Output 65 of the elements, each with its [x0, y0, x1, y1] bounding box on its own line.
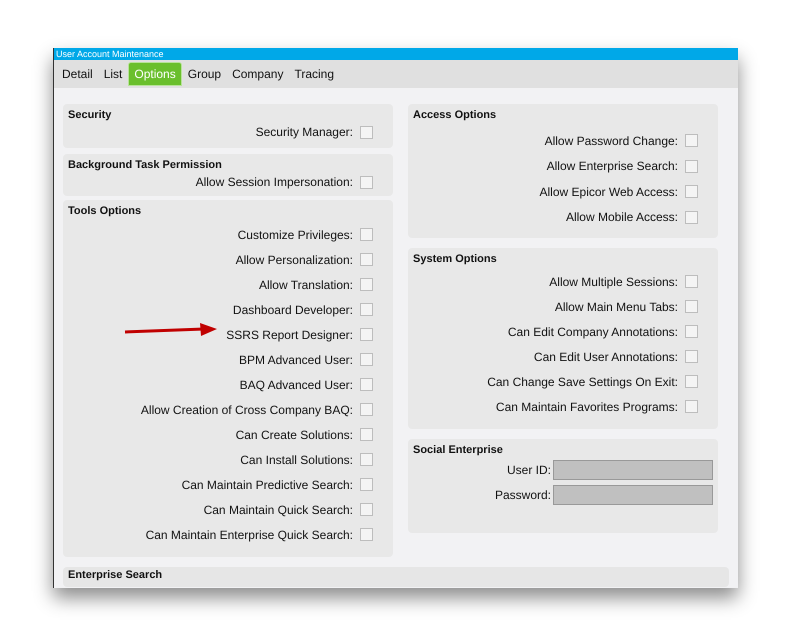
field-label: User ID: — [506, 462, 551, 479]
option-checkbox[interactable] — [360, 528, 373, 541]
option-label: Can Install Solutions: — [240, 452, 353, 468]
option-label: Allow Translation: — [258, 276, 353, 294]
option-label: Can Create Solutions: — [236, 426, 353, 444]
option-label: Allow Password Change: — [544, 132, 678, 150]
option-checkbox[interactable] — [685, 275, 698, 288]
option-label: Can Maintain Quick Search: — [204, 502, 353, 518]
option-checkbox[interactable] — [685, 160, 698, 173]
option-label: Allow Session Impersonation: — [196, 174, 353, 191]
option-label: Can Edit Company Annotations: — [508, 324, 678, 340]
group-title: Background Task Permission — [67, 158, 223, 172]
option-label: Allow Multiple Sessions: — [549, 274, 678, 290]
window-title: User Account Maintenance — [54, 48, 738, 60]
option-label: Allow Enterprise Search: — [546, 158, 678, 176]
option-checkbox[interactable] — [360, 378, 373, 391]
option-checkbox[interactable] — [360, 403, 373, 416]
option-label: Dashboard Developer: — [232, 302, 353, 318]
group-title: Access Options — [412, 108, 498, 122]
option-checkbox[interactable] — [685, 400, 698, 413]
group-title: Security — [67, 108, 112, 122]
group-title: Tools Options — [67, 204, 142, 218]
option-label: BAQ Advanced User: — [240, 376, 353, 394]
option-label: Allow Mobile Access: — [566, 209, 678, 226]
option-checkbox[interactable] — [685, 325, 698, 338]
option-checkbox[interactable] — [360, 453, 373, 466]
option-label: Allow Main Menu Tabs: — [554, 298, 678, 316]
option-checkbox[interactable] — [360, 126, 373, 138]
option-checkbox[interactable] — [360, 503, 373, 516]
option-checkbox[interactable] — [685, 375, 698, 388]
option-checkbox[interactable] — [360, 353, 373, 366]
option-checkbox[interactable] — [685, 350, 698, 363]
option-label: SSRS Report Designer: — [226, 326, 353, 344]
tab[interactable]: Group — [182, 62, 226, 86]
option-label: Can Maintain Favorites Programs: — [496, 398, 678, 416]
option-label: Allow Personalization: — [236, 252, 353, 268]
option-label: Can Edit User Annotations: — [534, 348, 678, 366]
tab[interactable]: Company — [227, 62, 288, 86]
option-checkbox[interactable] — [360, 176, 373, 188]
option-checkbox[interactable] — [360, 253, 373, 266]
option-label: Security Manager: — [256, 124, 353, 141]
option-label: BPM Advanced User: — [238, 352, 353, 368]
option-checkbox[interactable] — [685, 210, 698, 224]
option-label: Customize Privileges: — [238, 226, 353, 244]
option-label: Can Change Save Settings On Exit: — [487, 374, 678, 390]
field-label: Password: — [494, 487, 551, 504]
group-title: System Options — [412, 252, 498, 266]
group-title: Social Enterprise — [412, 443, 504, 457]
option-label: Allow Epicor Web Access: — [540, 184, 678, 201]
tab[interactable]: Tracing — [289, 62, 340, 86]
option-checkbox[interactable] — [685, 300, 698, 313]
tab[interactable]: Detail — [57, 62, 98, 86]
option-checkbox[interactable] — [685, 134, 698, 148]
option-checkbox[interactable] — [360, 228, 373, 241]
option-label: Can Maintain Predictive Search: — [182, 476, 353, 494]
option-checkbox[interactable] — [360, 303, 373, 316]
option-checkbox[interactable] — [360, 328, 373, 341]
option-checkbox[interactable] — [360, 278, 373, 291]
option-label: Allow Creation of Cross Company BAQ: — [140, 402, 353, 418]
tab[interactable]: List — [98, 62, 128, 86]
group-title: Enterprise Search — [67, 568, 164, 582]
option-checkbox[interactable] — [360, 478, 373, 491]
option-checkbox[interactable] — [360, 428, 373, 441]
option-label: Can Maintain Enterprise Quick Search: — [146, 526, 353, 544]
option-checkbox[interactable] — [685, 185, 698, 198]
